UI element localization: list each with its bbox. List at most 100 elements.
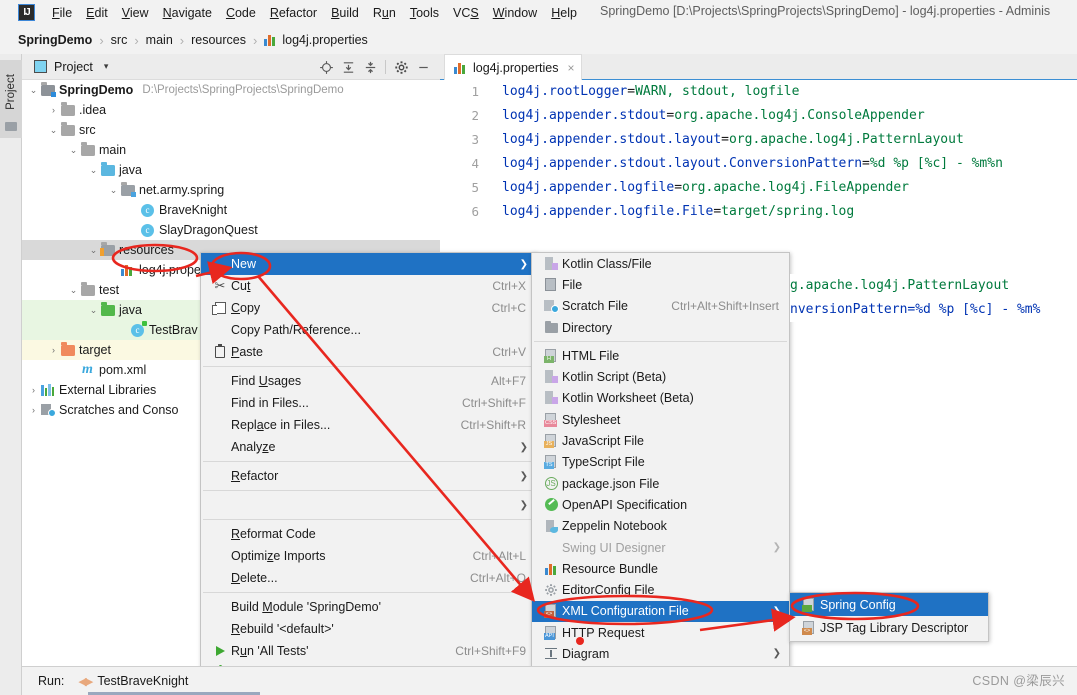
menu-item-build-module[interactable]: Build Module 'SpringDemo' [201, 596, 536, 618]
chevron-right-icon: ❯ [772, 605, 781, 617]
gear-icon[interactable] [390, 56, 412, 78]
menu-build[interactable]: Build [324, 3, 366, 23]
menu-item-javascript-file[interactable]: JS JavaScript File [532, 430, 789, 451]
context-menu[interactable]: New ❯ ✂ Cut Ctrl+X Copy Ctrl+C Copy Path… [200, 252, 537, 695]
breadcrumb-project[interactable]: SpringDemo [18, 33, 92, 47]
tree-node-package[interactable]: ⌄ net.army.spring [22, 180, 440, 200]
run-config-tab[interactable]: ◀▶ TestBraveKnight [78, 674, 188, 688]
menu-item-cut[interactable]: ✂ Cut Ctrl+X [201, 275, 536, 297]
menu-item-editorconfig-file[interactable]: EditorConfig File [532, 579, 789, 600]
breadcrumb-sep: › [179, 32, 185, 48]
chevron-down-icon[interactable]: ⌄ [88, 305, 99, 316]
menu-view[interactable]: View [115, 3, 156, 23]
menu-file[interactable]: File [45, 3, 79, 23]
chevron-down-icon[interactable]: ⌄ [88, 245, 99, 256]
menu-item-reformat-code[interactable]: Reformat Code [201, 523, 536, 545]
menu-item-spring-config[interactable]: Spring Config [790, 593, 988, 616]
menu-item-kotlin-worksheet[interactable]: Kotlin Worksheet (Beta) [532, 388, 789, 409]
menu-item-label: JSP Tag Library Descriptor [820, 620, 969, 635]
menu-item-html-file[interactable]: H HTML File [532, 345, 789, 366]
tree-node-src[interactable]: ⌄ src [22, 120, 440, 140]
menu-window[interactable]: Window [486, 3, 544, 23]
breadcrumb-main[interactable]: main [146, 33, 173, 47]
menu-refactor[interactable]: Refactor [263, 3, 324, 23]
chevron-down-icon[interactable]: ⌄ [68, 145, 79, 156]
menu-run[interactable]: Run [366, 3, 403, 23]
tree-node-main[interactable]: ⌄ main [22, 140, 440, 160]
tree-node-java-main[interactable]: ⌄ java [22, 160, 440, 180]
breadcrumb-resources[interactable]: resources [191, 33, 246, 47]
menu-item-find-in-files[interactable]: Find in Files... Ctrl+Shift+F [201, 392, 536, 414]
expand-all-icon[interactable] [337, 56, 359, 78]
folder-icon [79, 142, 96, 156]
menu-tools[interactable]: Tools [403, 3, 446, 23]
menu-edit[interactable]: Edit [79, 3, 115, 23]
divider [385, 60, 386, 74]
menu-item-diagram[interactable]: Diagram ❯ [532, 643, 789, 664]
menu-vcs[interactable]: VCS [446, 3, 486, 23]
menu-item-find-usages[interactable]: Find Usages Alt+F7 [201, 370, 536, 392]
menu-item-delete[interactable]: Delete... Ctrl+Alt+O [201, 567, 536, 589]
menu-item-new[interactable]: New ❯ [201, 253, 536, 275]
tree-node-springdemo[interactable]: ⌄ SpringDemo D:\Projects\SpringProjects\… [22, 80, 440, 100]
menu-item-kotlin-script[interactable]: Kotlin Script (Beta) [532, 366, 789, 387]
menu-item-stylesheet[interactable]: CSS Stylesheet [532, 409, 789, 430]
menu-item-analyze[interactable]: Analyze ❯ [201, 436, 536, 458]
menu-item-typescript-file[interactable]: TS TypeScript File [532, 452, 789, 473]
close-icon[interactable]: × [567, 61, 574, 75]
tree-node-slaydragonquest[interactable]: c SlayDragonQuest [22, 220, 440, 240]
xml-configuration-submenu[interactable]: Spring Config <> JSP Tag Library Descrip… [789, 592, 989, 642]
menu-item-kotlin-class-file[interactable]: Kotlin Class/File [532, 253, 789, 274]
chevron-right-icon[interactable]: › [28, 405, 39, 415]
collapse-all-icon[interactable] [359, 56, 381, 78]
tool-window-button-project[interactable]: Project [0, 60, 22, 138]
menu-help[interactable]: Help [544, 3, 584, 23]
chevron-down-icon[interactable]: ⌄ [48, 125, 59, 136]
menu-item-file[interactable]: File [532, 274, 789, 295]
chevron-down-icon[interactable]: ⌄ [28, 85, 39, 96]
menu-item-scratch-file[interactable]: Scratch File Ctrl+Alt+Shift+Insert [532, 296, 789, 317]
menu-item-rebuild[interactable]: Rebuild '<default>' [201, 618, 536, 640]
chevron-right-icon[interactable]: › [28, 385, 39, 395]
menu-item-bookmarks[interactable]: ❯ [201, 494, 536, 516]
chevron-down-icon[interactable]: ▾ [104, 61, 109, 72]
menu-item-label: New [231, 257, 257, 271]
breadcrumb-src[interactable]: src [111, 33, 128, 47]
menu-item-zeppelin-notebook[interactable]: Zeppelin Notebook [532, 516, 789, 537]
libraries-icon [39, 384, 56, 396]
menu-item-label: Zeppelin Notebook [562, 519, 667, 534]
locate-icon[interactable] [315, 56, 337, 78]
chevron-right-icon[interactable]: › [48, 345, 59, 355]
code-line: log4j.rootLogger=WARN, stdout, logfile [488, 80, 1077, 104]
tree-node-idea[interactable]: › .idea [22, 100, 440, 120]
gear-icon [540, 583, 562, 597]
new-submenu[interactable]: Kotlin Class/File File Scratch File Ctrl… [531, 252, 790, 695]
menu-code[interactable]: Code [219, 3, 263, 23]
menu-item-replace-in-files[interactable]: Replace in Files... Ctrl+Shift+R [201, 414, 536, 436]
menu-item-refactor[interactable]: Refactor ❯ [201, 465, 536, 487]
menu-item-paste[interactable]: Paste Ctrl+V [201, 341, 536, 363]
menu-item-packagejson-file[interactable]: JS package.json File [532, 473, 789, 494]
tree-node-braveknight[interactable]: c BraveKnight [22, 200, 440, 220]
tree-label: SpringDemo [59, 83, 134, 97]
menu-item-jsp-tag-library-descriptor[interactable]: <> JSP Tag Library Descriptor [790, 616, 988, 639]
chevron-down-icon[interactable]: ⌄ [68, 285, 79, 296]
chevron-down-icon[interactable]: ⌄ [88, 165, 99, 176]
menu-item-xml-configuration-file[interactable]: <> XML Configuration File ❯ [532, 600, 789, 623]
menu-item-run-all-tests[interactable]: Run 'All Tests' Ctrl+Shift+F9 [201, 640, 536, 662]
code-value: WARN, stdout, logfile [635, 84, 800, 99]
menu-item-optimize-imports[interactable]: Optimize Imports Ctrl+Alt+L [201, 545, 536, 567]
hide-icon[interactable] [412, 56, 434, 78]
editor-tab-log4j[interactable]: log4j.properties × [444, 54, 583, 80]
menu-item-http-request[interactable]: API HTTP Request [532, 622, 789, 643]
menu-item-copy-path-reference[interactable]: Copy Path/Reference... [201, 319, 536, 341]
menu-item-openapi-specification[interactable]: OpenAPI Specification [532, 494, 789, 515]
menu-navigate[interactable]: Navigate [156, 3, 219, 23]
menu-item-resource-bundle[interactable]: Resource Bundle [532, 558, 789, 579]
menu-item-directory[interactable]: Directory [532, 317, 789, 338]
menu-item-label: Directory [562, 320, 613, 335]
menu-item-copy[interactable]: Copy Ctrl+C [201, 297, 536, 319]
breadcrumb-file[interactable]: log4j.properties [282, 33, 367, 47]
chevron-right-icon[interactable]: › [48, 105, 59, 115]
chevron-down-icon[interactable]: ⌄ [108, 185, 119, 196]
